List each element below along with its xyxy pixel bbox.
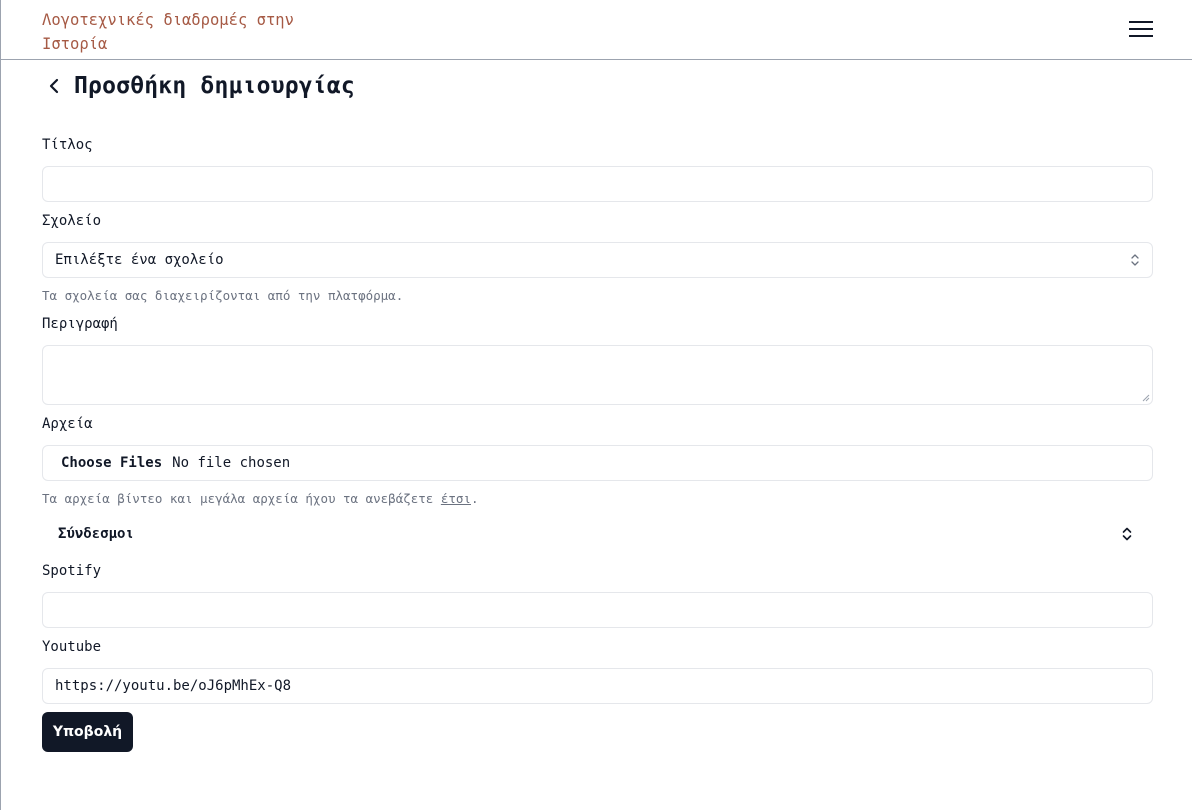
youtube-label: Youtube	[42, 639, 102, 655]
menu-icon-bar	[1129, 21, 1153, 23]
menu-icon-bar	[1129, 28, 1153, 30]
back-button[interactable]	[42, 74, 66, 98]
school-select[interactable]: Επιλέξτε ένα σχολείο	[42, 242, 1153, 278]
school-select-value: Επιλέξτε ένα σχολείο	[55, 252, 224, 268]
youtube-input[interactable]	[42, 668, 1153, 704]
resize-grip-icon[interactable]	[1142, 394, 1150, 402]
chevron-up-down-icon	[1122, 527, 1132, 541]
spotify-label: Spotify	[42, 563, 102, 579]
page-frame: Λογοτεχνικές διαδρομές στην Ιστορία Προσ…	[0, 0, 1192, 810]
page-title: Προσθήκη δημιουργίας	[74, 73, 355, 99]
files-input[interactable]: Choose Files No file chosen	[42, 445, 1153, 481]
title-input[interactable]	[42, 166, 1153, 202]
chevron-up-down-icon	[1131, 254, 1139, 266]
description-label: Περιγραφή	[42, 316, 118, 332]
files-help-text: Τα αρχεία βίντεο και μεγάλα αρχεία ήχου …	[42, 491, 479, 506]
description-textarea[interactable]	[42, 345, 1153, 405]
school-label: Σχολείο	[42, 213, 102, 229]
files-help-suffix: .	[470, 491, 479, 506]
files-help-prefix: Τα αρχεία βίντεο και μεγάλα αρχεία ήχου …	[42, 491, 441, 506]
title-label: Τίτλος	[42, 137, 93, 153]
school-help-text: Τα σχολεία σας διαχειρίζονται από την πλ…	[42, 288, 404, 303]
links-accordion-label: Σύνδεσμοι	[58, 526, 134, 542]
menu-icon-bar	[1129, 35, 1153, 37]
links-accordion-toggle[interactable]: Σύνδεσμοι	[42, 520, 1133, 548]
top-navbar: Λογοτεχνικές διαδρομές στην Ιστορία	[1, 0, 1192, 60]
chevron-left-icon	[49, 78, 59, 94]
page-heading: Προσθήκη δημιουργίας	[42, 70, 355, 102]
files-label: Αρχεία	[42, 416, 93, 432]
submit-button[interactable]: Υποβολή	[42, 712, 133, 752]
site-title-link[interactable]: Λογοτεχνικές διαδρομές στην Ιστορία	[42, 8, 332, 56]
choose-files-button[interactable]: Choose Files	[61, 455, 162, 471]
files-help-link[interactable]: έτσι	[441, 491, 471, 506]
file-status: No file chosen	[172, 455, 291, 471]
hamburger-menu-button[interactable]	[1123, 16, 1155, 44]
spotify-input[interactable]	[42, 592, 1153, 628]
